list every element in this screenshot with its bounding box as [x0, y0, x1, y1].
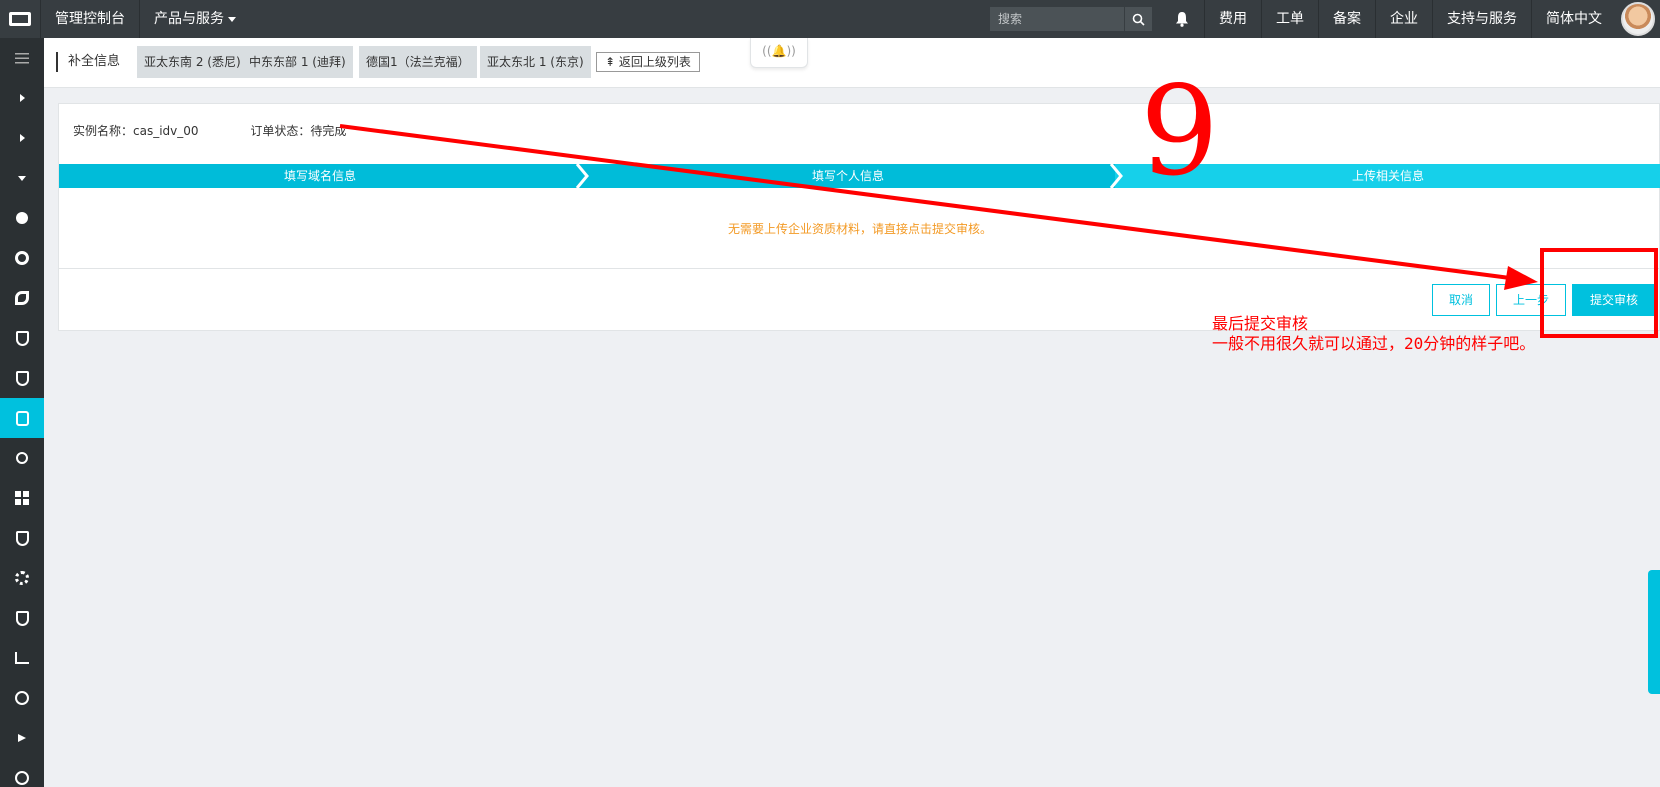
- annotation-line-2: 一般不用很久就可以通过，20分钟的样子吧。: [1212, 334, 1536, 353]
- step-separator-chevron: [1109, 164, 1123, 188]
- back-to-list-button[interactable]: ⇞ 返回上级列表: [596, 52, 700, 72]
- step-domain-info: 填写域名信息: [59, 164, 581, 188]
- grid-icon[interactable]: [0, 478, 44, 518]
- nav-language[interactable]: 简体中文: [1531, 0, 1616, 38]
- products-menu[interactable]: 产品与服务: [139, 0, 250, 38]
- search-icon[interactable]: [1124, 7, 1152, 31]
- order-info: 实例名称：cas_idv_00 订单状态：待完成: [73, 122, 394, 139]
- console-link[interactable]: 管理控制台: [40, 0, 139, 38]
- shield-lock-icon[interactable]: [0, 518, 44, 558]
- aliyun-logo-icon[interactable]: [0, 0, 40, 38]
- menu-toggle-icon[interactable]: [0, 38, 44, 78]
- search-box[interactable]: [990, 7, 1152, 31]
- bar-chart-icon[interactable]: [0, 638, 44, 678]
- shield-check-icon[interactable]: [0, 358, 44, 398]
- cancel-button[interactable]: 取消: [1432, 284, 1490, 316]
- shield-icon[interactable]: [0, 318, 44, 358]
- top-navbar: 管理控制台 产品与服务 费用 工单 备案 企业 支持与服务 简体中文: [0, 0, 1660, 38]
- annotation-highlight-box: [1540, 248, 1658, 338]
- target-icon[interactable]: [0, 438, 44, 478]
- expand-arrow-icon[interactable]: [0, 118, 44, 158]
- nav-tickets[interactable]: 工单: [1261, 0, 1318, 38]
- wave-icon[interactable]: [0, 718, 44, 758]
- search-input[interactable]: [990, 12, 1124, 26]
- collapse-arrow-icon[interactable]: [0, 158, 44, 198]
- nav-enterprise[interactable]: 企业: [1375, 0, 1432, 38]
- sidebar: [0, 38, 44, 787]
- annotation-text: 最后提交审核 一般不用很久就可以通过，20分钟的样子吧。: [1212, 314, 1535, 354]
- globe-icon[interactable]: [0, 678, 44, 718]
- expand-arrow-icon[interactable]: [0, 78, 44, 118]
- progress-steps: 填写域名信息 填写个人信息 上传相关信息: [59, 164, 1660, 188]
- instance-name: 实例名称：cas_idv_00: [73, 124, 199, 138]
- nav-filing[interactable]: 备案: [1318, 0, 1375, 38]
- caret-down-icon: [228, 16, 236, 22]
- divider: [59, 268, 1660, 269]
- page-title: 补全信息: [56, 52, 120, 72]
- back-arrow-icon: ⇞: [605, 55, 616, 69]
- region-tab-tokyo[interactable]: 亚太东北 1 (东京): [480, 46, 591, 78]
- products-menu-label: 产品与服务: [154, 11, 224, 27]
- network-icon[interactable]: [0, 558, 44, 598]
- nav-fees[interactable]: 费用: [1204, 0, 1261, 38]
- user-avatar[interactable]: [1616, 0, 1660, 38]
- notification-bell-icon[interactable]: ((🔔)): [750, 38, 808, 68]
- feedback-float-tab[interactable]: [1648, 570, 1660, 694]
- step-personal-info: 填写个人信息: [581, 164, 1115, 188]
- annotation-step-number: 9: [1140, 60, 1219, 204]
- region-tab-dubai[interactable]: 中东东部 1 (迪拜): [242, 46, 353, 78]
- region-tab-sydney[interactable]: 亚太东南 2 (悉尼): [137, 46, 248, 78]
- annotation-line-1: 最后提交审核: [1212, 314, 1309, 333]
- eye-icon[interactable]: [0, 278, 44, 318]
- step-separator-chevron: [575, 164, 589, 188]
- region-tab-frankfurt[interactable]: 德国1（法兰克福）: [359, 46, 477, 78]
- order-panel: 实例名称：cas_idv_00 订单状态：待完成 填写域名信息 填写个人信息 上…: [58, 103, 1660, 331]
- gear-icon[interactable]: [0, 238, 44, 278]
- nav-support[interactable]: 支持与服务: [1432, 0, 1531, 38]
- page-header: 补全信息 亚太东南 2 (悉尼) 中东东部 1 (迪拜) 德国1（法兰克福） 亚…: [44, 38, 1660, 88]
- cloud-server-icon[interactable]: [0, 198, 44, 238]
- shield-trend-icon[interactable]: [0, 598, 44, 638]
- back-to-list-label: 返回上级列表: [618, 55, 691, 69]
- order-status: 订单状态：待完成: [250, 124, 347, 138]
- upload-notice: 无需要上传企业资质材料，请直接点击提交审核。: [727, 222, 992, 236]
- bell-icon[interactable]: [1160, 0, 1204, 38]
- certificate-icon[interactable]: [0, 398, 44, 438]
- settings-icon[interactable]: [0, 758, 44, 787]
